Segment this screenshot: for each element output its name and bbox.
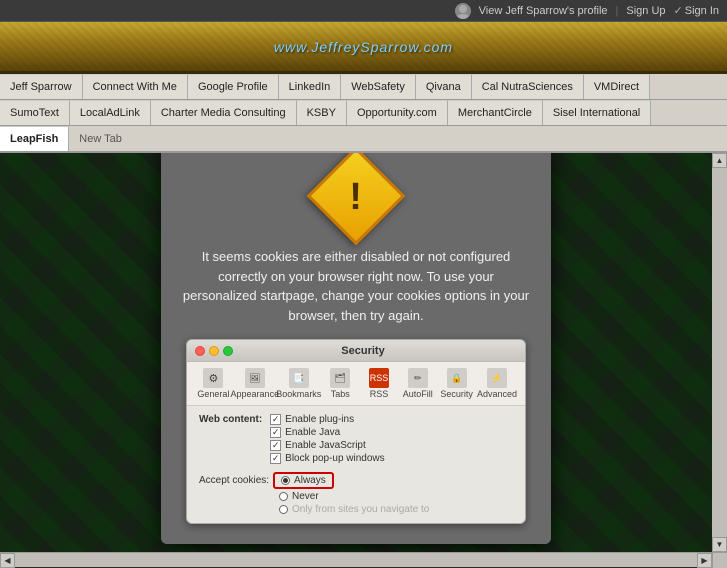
window-close-btn[interactable] — [195, 346, 205, 356]
warning-icon-container: ! — [321, 161, 391, 231]
window-min-btn[interactable] — [209, 346, 219, 356]
advanced-icon: ⚡ — [487, 368, 507, 388]
nav-tab-merchantcircle[interactable]: MerchantCircle — [448, 100, 543, 125]
nav-tab-linkedin[interactable]: LinkedIn — [279, 74, 342, 99]
nav-row-2: SumoText LocalAdLink Charter Media Consu… — [0, 100, 727, 126]
accept-cookies-row: Accept cookies: Always — [199, 472, 513, 489]
never-label: Never — [292, 491, 319, 502]
warning-dialog: ! It seems cookies are either disabled o… — [161, 153, 551, 544]
only-from-row: Only from sites you navigate to — [199, 504, 513, 515]
scroll-corner — [712, 553, 727, 568]
tabs-icon: 🗂 — [330, 368, 350, 388]
nav-row-3: LeapFish New Tab — [0, 126, 727, 152]
checkbox-popup-label: Block pop-up windows — [285, 453, 385, 464]
always-radio[interactable] — [281, 476, 290, 485]
security-tool-appearance[interactable]: 🖼 Appearance — [234, 368, 276, 399]
top-bar: View Jeff Sparrow's profile | Sign Up ✓ … — [0, 0, 727, 22]
window-max-btn[interactable] — [223, 346, 233, 356]
security-toolbar: ⚙ General 🖼 Appearance 📑 Bookmarks 🗂 Tab… — [187, 362, 525, 406]
nav-tab-new-tab[interactable]: New Tab — [69, 130, 132, 148]
general-icon: ⚙ — [203, 368, 223, 388]
security-tool-bookmarks[interactable]: 📑 Bookmarks — [278, 368, 320, 399]
header-banner: www.JeffreySparrow.com — [0, 22, 727, 74]
checkbox-popup[interactable]: ✓ — [270, 453, 281, 464]
accept-cookies-label: Accept cookies: — [199, 475, 269, 486]
nav-tab-charter[interactable]: Charter Media Consulting — [151, 100, 297, 125]
appearance-icon: 🖼 — [245, 368, 265, 388]
warning-message: It seems cookies are either disabled or … — [181, 247, 531, 325]
nav-tab-opportunity[interactable]: Opportunity.com — [347, 100, 448, 125]
nav-tab-cal-nutra[interactable]: Cal NutraSciences — [472, 74, 584, 99]
nav-tab-connect[interactable]: Connect With Me — [83, 74, 188, 99]
checkbox-row-plugins: ✓ Enable plug-ins — [270, 414, 385, 425]
avatar — [455, 3, 471, 19]
security-title: Security — [237, 345, 489, 357]
web-content-label: Web content: — [199, 414, 262, 425]
scroll-up-arrow[interactable]: ▲ — [712, 153, 727, 168]
nav-tab-sumotext[interactable]: SumoText — [0, 100, 70, 125]
checkbox-plugins-label: Enable plug-ins — [285, 414, 354, 425]
scroll-track-bottom — [15, 553, 697, 567]
security-tool-autofill[interactable]: ✏ AutoFill — [399, 368, 436, 399]
web-content-section: Web content: ✓ Enable plug-ins ✓ Enable … — [199, 414, 513, 466]
checkbox-row-java: ✓ Enable Java — [270, 427, 385, 438]
warning-diamond-icon: ! — [307, 153, 406, 245]
autofill-icon: ✏ — [408, 368, 428, 388]
scroll-track-right — [712, 168, 727, 537]
signin-link[interactable]: ✓ Sign In — [674, 4, 719, 17]
nav-tab-sisel[interactable]: Sisel International — [543, 100, 651, 125]
main-content: ! It seems cookies are either disabled o… — [0, 153, 712, 552]
accept-cookies-box: Always — [273, 472, 334, 489]
checkbox-plugins[interactable]: ✓ — [270, 414, 281, 425]
bookmarks-icon: 📑 — [289, 368, 309, 388]
divider: | — [616, 5, 619, 17]
checkbox-javascript-label: Enable JavaScript — [285, 440, 366, 451]
nav-tab-google-profile[interactable]: Google Profile — [188, 74, 279, 99]
checkmark-icon: ✓ — [674, 4, 683, 17]
never-radio[interactable] — [279, 492, 288, 501]
security-tool-security[interactable]: 🔒 Security — [438, 368, 475, 399]
nav-tab-ksby[interactable]: KSBY — [297, 100, 347, 125]
checkbox-javascript[interactable]: ✓ — [270, 440, 281, 451]
never-row: Never — [199, 491, 513, 502]
nav-tab-websafety[interactable]: WebSafety — [341, 74, 416, 99]
rss-icon: RSS — [369, 368, 389, 388]
nav-tab-vmdirect[interactable]: VMDirect — [584, 74, 650, 99]
security-tool-general[interactable]: ⚙ General — [195, 368, 232, 399]
signup-link[interactable]: Sign Up — [626, 5, 665, 17]
checkbox-java-label: Enable Java — [285, 427, 340, 438]
nav-tab-leapfish[interactable]: LeapFish — [0, 126, 69, 151]
warning-exclaim: ! — [349, 178, 362, 216]
scrollbar-right: ▲ ▼ — [712, 153, 727, 552]
always-label: Always — [294, 475, 326, 486]
profile-link[interactable]: View Jeff Sparrow's profile — [479, 5, 608, 17]
only-from-label: Only from sites you navigate to — [292, 504, 429, 515]
checkbox-row-javascript: ✓ Enable JavaScript — [270, 440, 385, 451]
scroll-right-arrow[interactable]: ▶ — [697, 553, 712, 568]
nav-tab-jeff-sparrow[interactable]: Jeff Sparrow — [0, 74, 83, 99]
nav-tab-localadlink[interactable]: LocalAdLink — [70, 100, 151, 125]
only-from-radio[interactable] — [279, 505, 288, 514]
scroll-left-arrow[interactable]: ◀ — [0, 553, 15, 568]
checkbox-java[interactable]: ✓ — [270, 427, 281, 438]
scrollbar-bottom: ◀ ▶ — [0, 552, 727, 567]
web-content-checkboxes: ✓ Enable plug-ins ✓ Enable Java ✓ Enable… — [270, 414, 385, 466]
header-url: www.JeffreySparrow.com — [274, 39, 453, 55]
nav-tab-qivana[interactable]: Qivana — [416, 74, 472, 99]
security-tool-tabs[interactable]: 🗂 Tabs — [322, 368, 359, 399]
security-settings-panel: Security ⚙ General 🖼 Appearance 📑 Bookma… — [186, 339, 526, 524]
security-tool-advanced[interactable]: ⚡ Advanced — [477, 368, 517, 399]
nav-tabs: Jeff Sparrow Connect With Me Google Prof… — [0, 74, 727, 153]
security-titlebar: Security — [187, 340, 525, 362]
checkbox-row-popup: ✓ Block pop-up windows — [270, 453, 385, 464]
security-tool-rss[interactable]: RSS RSS — [361, 368, 398, 399]
security-body: Web content: ✓ Enable plug-ins ✓ Enable … — [187, 406, 525, 523]
nav-row-1: Jeff Sparrow Connect With Me Google Prof… — [0, 74, 727, 100]
main-area: ! It seems cookies are either disabled o… — [0, 153, 727, 552]
security-icon: 🔒 — [447, 368, 467, 388]
